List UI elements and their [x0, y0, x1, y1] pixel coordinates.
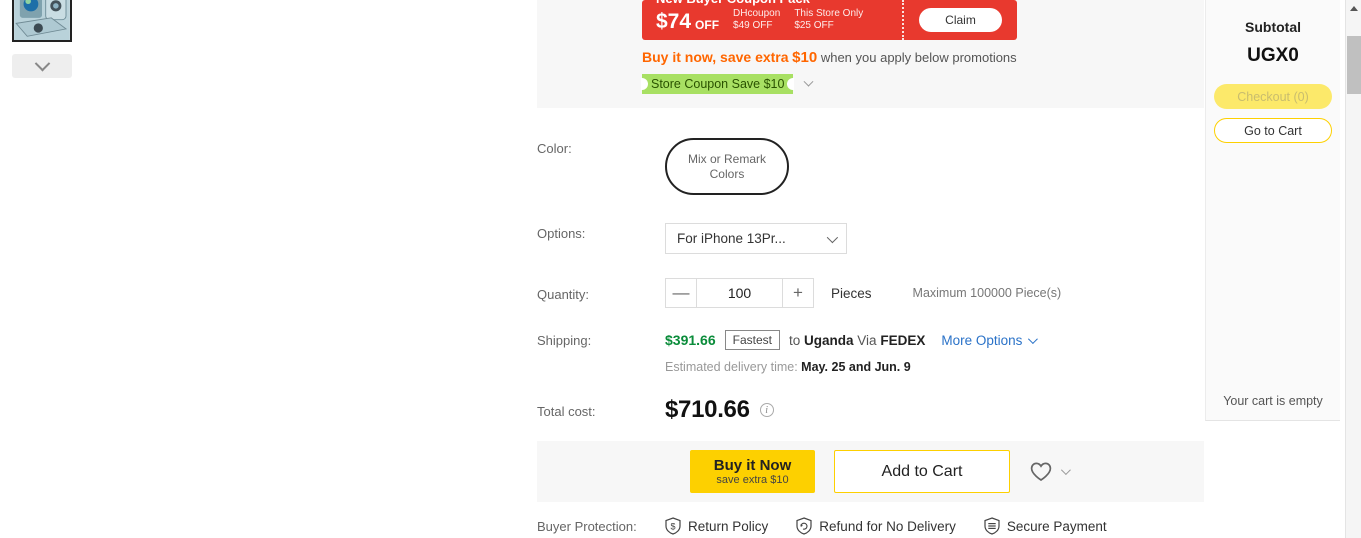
- total-cost-amount: $710.66: [665, 396, 750, 423]
- total-cost-label: Total cost:: [537, 404, 596, 419]
- variant-label: Options:: [537, 226, 586, 241]
- coupon-dhcoupon-name: DHcoupon: [733, 8, 781, 19]
- cart-empty-message: Your cart is empty: [1223, 394, 1323, 408]
- color-swatch-mix-or-remark[interactable]: Mix or Remark Colors: [665, 138, 789, 195]
- coupon-store-detail: This Store Only $25 OFF: [794, 8, 863, 32]
- coupon-claim-area: Claim: [904, 8, 1017, 32]
- buy-now-save-lead: Buy it now, save extra: [642, 49, 789, 65]
- heart-icon: [1030, 462, 1052, 481]
- total-cost-row: Total cost: $710.66 i: [537, 396, 1204, 424]
- buy-now-save-amount: $10: [792, 49, 818, 66]
- cart-subtotal-label: Subtotal: [1245, 19, 1301, 35]
- color-swatch-line1: Mix or Remark: [687, 151, 766, 166]
- chevron-down-icon: [826, 231, 839, 243]
- shipping-eta-value: May. 25 and Jun. 9: [801, 360, 911, 374]
- buyer-protection-secure-payment[interactable]: Secure Payment: [984, 517, 1107, 535]
- quantity-label: Quantity:: [537, 287, 590, 302]
- shipping-more-options-link[interactable]: More Options: [941, 332, 1039, 348]
- checkout-button[interactable]: Checkout (0): [1214, 84, 1332, 109]
- buyer-protection-refund[interactable]: Refund for No Delivery: [796, 517, 956, 535]
- variant-select[interactable]: For iPhone 13Pr...: [665, 223, 847, 254]
- shipping-to-word: to: [788, 332, 801, 348]
- coupon-pack-title: New Buyer Coupon Pack: [656, 0, 810, 6]
- buyer-protection-refund-label: Refund for No Delivery: [819, 518, 956, 534]
- coupon-off-label: OFF: [695, 18, 720, 32]
- go-to-cart-button[interactable]: Go to Cart: [1214, 118, 1332, 143]
- add-to-cart-button[interactable]: Add to Cart: [834, 450, 1010, 493]
- shield-dollar-icon: $: [665, 517, 681, 535]
- store-coupon-badge[interactable]: Store Coupon Save $10: [640, 74, 795, 94]
- store-coupon-expand-icon[interactable]: [803, 76, 814, 87]
- shipping-row: Shipping: $391.66 Fastest to Uganda Via …: [537, 330, 1204, 374]
- claim-button[interactable]: Claim: [919, 8, 1002, 32]
- quantity-max-note: Maximum 100000 Piece(s): [912, 286, 1062, 300]
- quantity-increase-button[interactable]: +: [782, 279, 813, 307]
- color-row: Color: Mix or Remark Colors: [537, 138, 1204, 195]
- favorite-control[interactable]: [1030, 462, 1071, 482]
- shipping-details: $391.66 Fastest to Uganda Via FEDEX More…: [665, 330, 1039, 374]
- shipping-country: Uganda: [804, 332, 854, 348]
- shipping-carrier: FEDEX: [880, 332, 926, 348]
- buy-it-now-subtitle: save extra $10: [716, 473, 789, 486]
- color-swatch-text: Mix or Remark Colors: [688, 152, 766, 182]
- shield-lock-icon: [984, 517, 1000, 535]
- shield-refund-icon: [796, 517, 812, 535]
- color-swatch-line2: Colors: [709, 166, 745, 181]
- buy-now-save-tail: when you apply below promotions: [820, 50, 1017, 65]
- buy-now-save-banner: Buy it now, save extra $10 when you appl…: [642, 49, 1204, 66]
- chevron-down-icon: [1060, 465, 1071, 476]
- buyer-protection-secure-payment-label: Secure Payment: [1006, 518, 1107, 534]
- shipping-via-word: Via: [857, 332, 877, 348]
- purchase-panel: New Buyer Coupon Pack $74 OFF DHcoupon $…: [537, 0, 1204, 535]
- svg-text:$: $: [670, 521, 675, 531]
- buyer-protection-return-policy-label: Return Policy: [688, 518, 769, 534]
- gallery-thumbnail[interactable]: [12, 0, 72, 42]
- color-label: Color:: [537, 141, 572, 156]
- cart-subtotal-value: UGX0: [1247, 45, 1299, 66]
- shipping-more-options-label: More Options: [941, 332, 1023, 348]
- shipping-label: Shipping:: [537, 333, 592, 348]
- variant-row: Options: For iPhone 13Pr...: [537, 223, 1204, 254]
- product-detail-page: New Buyer Coupon Pack $74 OFF DHcoupon $…: [0, 0, 1361, 538]
- scrollbar-up-button[interactable]: [1346, 0, 1361, 16]
- quantity-unit: Pieces: [831, 285, 872, 301]
- coupon-dhcoupon-value: $49 OFF: [733, 20, 773, 31]
- gallery-next-button[interactable]: [12, 54, 72, 78]
- coupon-perforation-divider: [902, 0, 904, 40]
- quantity-stepper: — +: [665, 278, 814, 308]
- promotion-block: New Buyer Coupon Pack $74 OFF DHcoupon $…: [537, 0, 1204, 108]
- buyer-protection-return-policy[interactable]: $ Return Policy: [665, 517, 768, 535]
- shipping-primary-line: $391.66 Fastest to Uganda Via FEDEX More…: [665, 330, 1039, 350]
- coupon-pack-details: $74 OFF DHcoupon $49 OFF This Store Only…: [642, 8, 902, 32]
- variant-selected-value: For iPhone 13Pr...: [677, 231, 786, 246]
- quantity-input[interactable]: [697, 279, 782, 307]
- coupon-total-amount: $74: [656, 10, 692, 33]
- quantity-row: Quantity: — + Pieces Maximum 100000 Piec…: [537, 278, 1204, 308]
- buyer-protection-row: Buyer Protection: $ Return Policy Refund…: [537, 517, 1204, 535]
- info-icon[interactable]: i: [759, 403, 774, 417]
- quantity-decrease-button[interactable]: —: [666, 279, 697, 307]
- coupon-store-value: $25 OFF: [794, 20, 834, 31]
- buy-it-now-title: Buy it Now: [713, 456, 792, 474]
- shipping-eta-label: Estimated delivery time:: [665, 360, 798, 374]
- shipping-speed-tag: Fastest: [724, 330, 780, 350]
- store-coupon-row: Store Coupon Save $10: [640, 74, 1204, 94]
- chevron-down-icon: [34, 55, 50, 71]
- shipping-price: $391.66: [665, 332, 716, 348]
- chevron-down-icon: [1028, 333, 1039, 344]
- shipping-destination: to Uganda Via FEDEX: [789, 333, 925, 348]
- coupon-dhcoupon-detail: DHcoupon $49 OFF: [733, 8, 780, 32]
- phone-case-thumbnail-icon: [14, 0, 70, 40]
- triangle-up-icon: [1350, 5, 1358, 11]
- page-scrollbar[interactable]: [1345, 0, 1361, 538]
- gallery-thumbnail-rail: [12, 0, 74, 78]
- scrollbar-thumb[interactable]: [1347, 36, 1361, 94]
- buyer-protection-label: Buyer Protection:: [537, 518, 637, 534]
- new-buyer-coupon-card: New Buyer Coupon Pack $74 OFF DHcoupon $…: [642, 0, 1017, 40]
- mini-cart-panel: Subtotal UGX0 Checkout (0) Go to Cart Yo…: [1205, 0, 1340, 421]
- coupon-store-name: This Store Only: [794, 8, 864, 19]
- buy-it-now-button[interactable]: Buy it Now save extra $10: [690, 450, 815, 493]
- shipping-eta-line: Estimated delivery time: May. 25 and Jun…: [665, 360, 1035, 374]
- action-bar: Buy it Now save extra $10 Add to Cart: [537, 441, 1204, 502]
